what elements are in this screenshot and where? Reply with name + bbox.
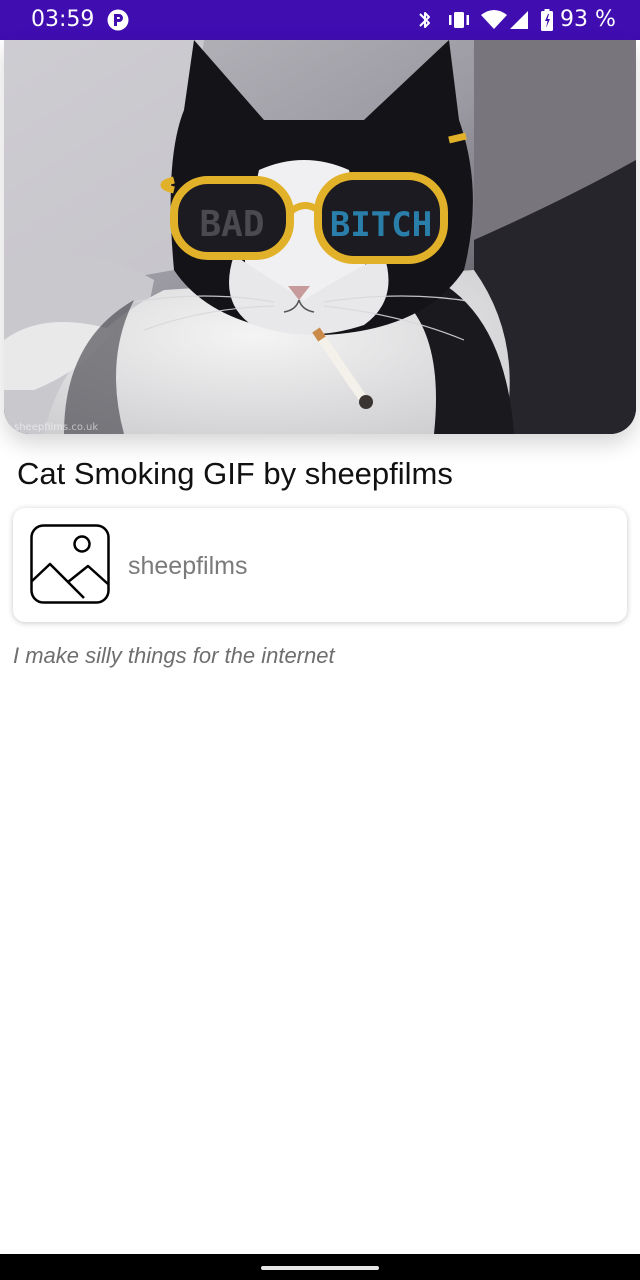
cat-gif-illustration: BAD BITCH sheepfilms.co.uk [4, 40, 636, 434]
app-notification-icon [107, 9, 129, 31]
image-placeholder-icon [30, 524, 110, 604]
glasses-left-text: BAD [199, 204, 264, 245]
gif-title: Cat Smoking GIF by sheepfilms [17, 456, 453, 491]
battery-percentage: 93 % [560, 7, 616, 32]
cell-signal-icon [510, 11, 528, 29]
gif-image[interactable]: BAD BITCH sheepfilms.co.uk [4, 40, 636, 434]
user-profile-card[interactable]: sheepfilms [13, 508, 627, 622]
user-bio: I make silly things for the internet [13, 643, 335, 668]
glasses-right-text: BITCH [330, 205, 432, 245]
wifi-icon [481, 10, 507, 29]
battery-icon [541, 9, 553, 31]
vibrate-icon [449, 12, 469, 28]
home-gesture-handle[interactable] [261, 1266, 379, 1270]
status-time: 03:59 [31, 7, 95, 32]
navigation-bar [0, 1254, 640, 1280]
bluetooth-icon [419, 12, 430, 28]
status-bar: 03:59 93 % [0, 0, 640, 40]
gif-watermark: sheepfilms.co.uk [14, 422, 98, 433]
username[interactable]: sheepfilms [128, 551, 248, 581]
